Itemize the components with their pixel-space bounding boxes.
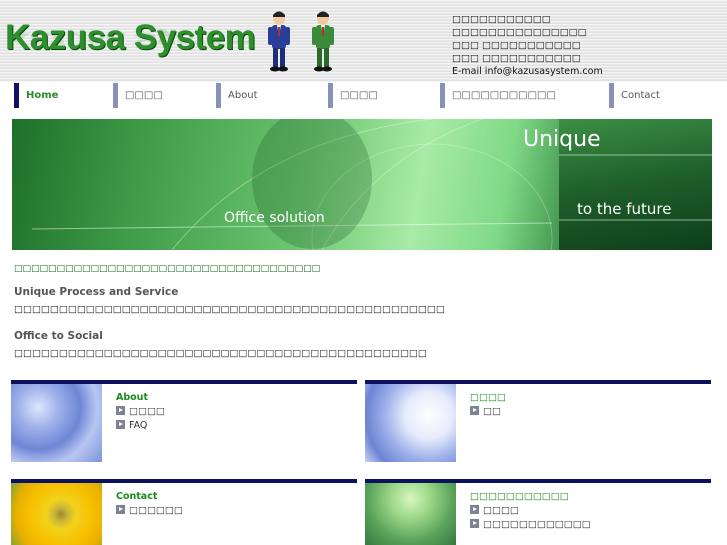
card-link[interactable]: □□□□ bbox=[470, 504, 519, 517]
nav-item-4[interactable]: □□□□ bbox=[328, 83, 441, 108]
nav-item-2[interactable]: □□□□ bbox=[113, 83, 217, 108]
card-link[interactable]: □□□□□□□□□□□□ bbox=[470, 518, 591, 531]
card-image-green bbox=[365, 483, 456, 545]
card-services: □□□□ □□ bbox=[365, 380, 711, 464]
card-contact: Contact □□□□□□ bbox=[11, 479, 357, 545]
card-link-label: FAQ bbox=[129, 420, 148, 431]
intro-section: □□□□□□□□□□□□□□□□□□□□□□□□□□□□□□□□□□□□ Uni… bbox=[14, 262, 714, 371]
site-logo[interactable]: Kazusa System bbox=[5, 18, 256, 58]
nav-about[interactable]: About bbox=[216, 83, 329, 108]
hero-banner: Unique to the future Office solution bbox=[12, 119, 712, 250]
card-link-label: □□□□ bbox=[483, 505, 519, 516]
card-link[interactable]: □□□□ bbox=[116, 405, 165, 418]
card-link[interactable]: □□□□□□ bbox=[116, 504, 183, 517]
card-title[interactable]: About bbox=[116, 392, 148, 403]
card-title[interactable]: □□□□ bbox=[470, 392, 506, 403]
card-link[interactable]: □□ bbox=[470, 405, 501, 418]
contact-line: □□□ □□□□□□□□□□□ bbox=[452, 53, 581, 64]
arrow-right-icon bbox=[470, 505, 479, 514]
banner-office-solution: Office solution bbox=[224, 210, 325, 226]
card-image-blue-white bbox=[365, 384, 456, 462]
card-image-blue bbox=[11, 384, 102, 462]
arrow-right-icon bbox=[470, 519, 479, 528]
arrow-right-icon bbox=[116, 505, 125, 514]
card-link-faq[interactable]: FAQ bbox=[116, 419, 147, 432]
arrow-right-icon bbox=[116, 406, 125, 415]
intro-heading-2: Office to Social bbox=[14, 330, 103, 342]
banner-decoration bbox=[31, 119, 553, 250]
contact-line: □□□ □□□□□□□□□□□ bbox=[452, 40, 581, 51]
card-image-sunflower bbox=[11, 483, 102, 545]
card-link-label: □□ bbox=[483, 406, 501, 417]
nav-item-5[interactable]: □□□□□□□□□□□ bbox=[440, 83, 610, 108]
site-header: Kazusa System Kazusa System □□□□□□□□□□□ … bbox=[0, 0, 727, 82]
contact-info: □□□□□□□□□□□ □□□□□□□□□□□□□□□ □□□ □□□□□□□□… bbox=[452, 13, 603, 78]
arrow-right-icon bbox=[116, 420, 125, 429]
intro-heading-1: Unique Process and Service bbox=[14, 286, 179, 298]
intro-text-2: □□□□□□□□□□□□□□□□□□□□□□□□□□□□□□□□□□□□□□□□… bbox=[14, 348, 427, 359]
card-link-label: □□□□ bbox=[129, 406, 165, 417]
contact-line: □□□□□□□□□□□ bbox=[452, 14, 551, 25]
arrow-right-icon bbox=[470, 406, 479, 415]
card-solutions: □□□□□□□□□□□ □□□□ □□□□□□□□□□□□ bbox=[365, 479, 711, 545]
nav-home[interactable]: Home bbox=[14, 83, 114, 108]
card-title[interactable]: □□□□□□□□□□□ bbox=[470, 491, 569, 502]
businessman-blue-icon bbox=[268, 11, 290, 72]
banner-future: to the future bbox=[577, 200, 672, 218]
intro-text-1: □□□□□□□□□□□□□□□□□□□□□□□□□□□□□□□□□□□□□□□□… bbox=[14, 304, 445, 315]
card-link-label: □□□□□□ bbox=[129, 505, 183, 516]
banner-unique: Unique bbox=[523, 127, 601, 152]
card-link-label: □□□□□□□□□□□□ bbox=[483, 519, 591, 530]
card-title[interactable]: Contact bbox=[116, 491, 157, 502]
intro-lead: □□□□□□□□□□□□□□□□□□□□□□□□□□□□□□□□□□□□ bbox=[14, 264, 321, 274]
card-about: About □□□□ FAQ bbox=[11, 380, 357, 464]
businessman-green-icon bbox=[312, 11, 334, 72]
main-nav: Home □□□□ About □□□□ □□□□□□□□□□□ Contact bbox=[0, 82, 727, 109]
contact-line: □□□□□□□□□□□□□□□ bbox=[452, 27, 587, 38]
nav-contact[interactable]: Contact bbox=[609, 83, 719, 108]
contact-email[interactable]: E-mail info@kazusasystem.com bbox=[452, 65, 603, 78]
